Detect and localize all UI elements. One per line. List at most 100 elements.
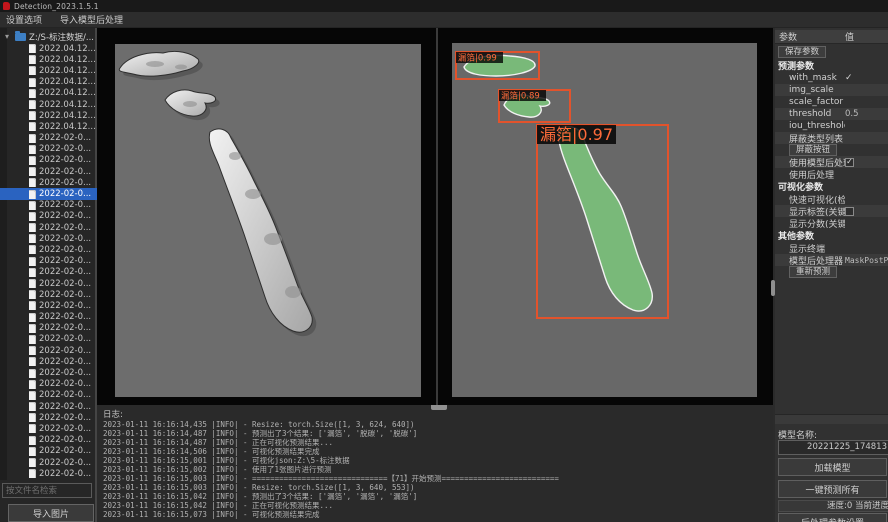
detection-label-2: 漏箔|0.89 xyxy=(501,91,540,102)
file-icon xyxy=(29,89,36,98)
tree-item[interactable]: 2022.04.12... xyxy=(0,54,97,65)
menu-settings-options[interactable]: 设置选项 xyxy=(6,13,42,26)
file-icon xyxy=(29,178,36,187)
param-row[interactable]: 显示标签(关键点) xyxy=(775,205,888,217)
param-row[interactable]: 屏蔽类型列表 xyxy=(775,132,888,144)
tree-item-label: 2022-02-0... xyxy=(39,368,91,378)
file-tree[interactable]: ▾ Z:/S-标注数据/... 2022.04.12...2022.04.12.… xyxy=(0,30,97,482)
import-images-button[interactable]: 导入图片 xyxy=(8,504,94,522)
param-row[interactable]: scale_factor xyxy=(775,96,888,108)
tree-item[interactable]: 2022-02-0... xyxy=(0,468,97,479)
file-icon xyxy=(29,190,36,199)
tree-item[interactable]: 2022-02-0... xyxy=(0,133,97,144)
param-row[interactable]: img_scale xyxy=(775,84,888,96)
tree-item-label: 2022.04.12... xyxy=(39,100,96,110)
tree-item[interactable]: 2022.04.12... xyxy=(0,77,97,88)
param-row[interactable]: iou_threshold xyxy=(775,120,888,132)
menu-import-model-postprocess[interactable]: 导入模型后处理 xyxy=(60,13,123,26)
file-icon xyxy=(29,391,36,400)
horizontal-splitter-grip[interactable] xyxy=(431,405,447,410)
tree-item[interactable]: 2022-02-0... xyxy=(0,166,97,177)
param-label: 屏蔽类型列表 xyxy=(775,132,845,145)
load-model-button[interactable]: 加载模型 xyxy=(778,458,887,476)
file-icon xyxy=(29,66,36,75)
tree-item-label: 2022-02-0... xyxy=(39,279,91,289)
param-action-button[interactable]: 重新预测 xyxy=(789,266,837,278)
param-action-button[interactable]: 屏蔽按钮 xyxy=(789,144,837,156)
tree-item[interactable]: 2022-02-0... xyxy=(0,435,97,446)
file-icon xyxy=(29,145,36,154)
tree-item-label: 2022.04.12... xyxy=(39,77,96,87)
tree-item[interactable]: 2022-02-0... xyxy=(0,379,97,390)
checkbox[interactable] xyxy=(845,207,854,216)
param-row[interactable]: 显示分数(关键点) xyxy=(775,217,888,229)
param-row[interactable]: threshold0.5 xyxy=(775,108,888,120)
tree-item[interactable]: 2022.04.12... xyxy=(0,99,97,110)
search-input[interactable] xyxy=(2,483,92,498)
tree-item[interactable]: 2022.04.12... xyxy=(0,110,97,121)
tree-root-label: Z:/S-标注数据/... xyxy=(29,31,94,43)
tree-item-label: 2022-02-0... xyxy=(39,390,91,400)
tree-item[interactable]: 2022-02-0... xyxy=(0,244,97,255)
tree-item-label: 2022-02-0... xyxy=(39,312,91,322)
tree-item-label: 2022-02-0... xyxy=(39,424,91,434)
param-row[interactable]: 使用后处理 xyxy=(775,168,888,180)
chevron-down-icon[interactable]: ▾ xyxy=(5,32,12,41)
file-icon xyxy=(29,100,36,109)
source-image-view[interactable] xyxy=(115,44,421,397)
tree-item[interactable]: 2022-02-0... xyxy=(0,200,97,211)
save-params-button[interactable]: 保存参数 xyxy=(778,46,826,58)
tree-item[interactable]: 2022-02-0... xyxy=(0,345,97,356)
param-row[interactable]: 快速可视化(检测) xyxy=(775,193,888,205)
menubar: 设置选项 导入模型后处理 xyxy=(0,12,888,28)
tree-item[interactable]: 2022-02-0... xyxy=(0,144,97,155)
image-splitter[interactable] xyxy=(436,28,438,405)
tree-item[interactable]: 2022-02-0... xyxy=(0,334,97,345)
tree-item[interactable]: 2022-02-0... xyxy=(0,188,97,199)
source-image xyxy=(115,44,421,397)
tree-item[interactable]: 2022-02-0... xyxy=(0,323,97,334)
tree-item[interactable]: 2022-02-0... xyxy=(0,423,97,434)
tree-item[interactable]: 2022-02-0... xyxy=(0,278,97,289)
checkbox[interactable]: ✓ xyxy=(845,158,854,167)
param-row[interactable]: 显示终端 xyxy=(775,242,888,254)
tree-item-label: 2022-02-0... xyxy=(39,267,91,277)
tree-item[interactable]: 2022-02-0... xyxy=(0,211,97,222)
param-row[interactable]: with_mask✓ xyxy=(775,72,888,84)
postprocess-params-button[interactable]: 后处理参数设置 xyxy=(778,513,887,522)
tree-root-item[interactable]: ▾ Z:/S-标注数据/... xyxy=(0,30,97,43)
tree-item[interactable]: 2022-02-0... xyxy=(0,233,97,244)
tree-item[interactable]: 2022-02-0... xyxy=(0,367,97,378)
tree-item[interactable]: 2022.04.12... xyxy=(0,88,97,99)
param-row[interactable]: 模型后处理器MaskPostPro xyxy=(775,254,888,266)
tree-item-label: 2022-02-0... xyxy=(39,435,91,445)
tree-item[interactable]: 2022-02-0... xyxy=(0,155,97,166)
tree-item[interactable]: 2022-02-0... xyxy=(0,412,97,423)
tree-item-label: 2022-02-0... xyxy=(39,290,91,300)
tree-item[interactable]: 2022-02-0... xyxy=(0,312,97,323)
tree-item[interactable]: 2022-02-0... xyxy=(0,356,97,367)
predict-all-button[interactable]: 一键预测所有 xyxy=(778,480,887,498)
tree-item[interactable]: 2022-02-0... xyxy=(0,390,97,401)
tree-item[interactable]: 2022-02-0... xyxy=(0,300,97,311)
tree-item[interactable]: 2022-02-0... xyxy=(0,177,97,188)
tree-item[interactable]: 2022-02-0... xyxy=(0,289,97,300)
tree-item-label: 2022-02-0... xyxy=(39,155,91,165)
log-line: 2023-01-11 16:16:15,073 |INFO| - 可视化预测结果… xyxy=(103,510,771,519)
tree-item[interactable]: 2022.04.12... xyxy=(0,43,97,54)
tree-item[interactable]: 2022-02-0... xyxy=(0,222,97,233)
tree-item[interactable]: 2022-02-0... xyxy=(0,446,97,457)
model-name-field[interactable]: 20221225_174813 xyxy=(778,440,888,455)
detection-label-3: 漏箔|0.97 xyxy=(540,125,613,144)
param-label: 模型后处理器 xyxy=(775,254,845,267)
params-panel: 参数 值 保存参数 预测参数with_mask✓img_scalescale_f… xyxy=(775,28,888,522)
tree-item[interactable]: 2022-02-0... xyxy=(0,401,97,412)
tree-item[interactable]: 2022.04.12... xyxy=(0,121,97,132)
tree-item-label: 2022-02-0... xyxy=(39,323,91,333)
tree-item[interactable]: 2022-02-0... xyxy=(0,267,97,278)
prediction-image-view[interactable]: 漏箔|0.99 漏箔|0.89 漏箔|0.97 xyxy=(452,43,757,397)
tree-item[interactable]: 2022.04.12... xyxy=(0,65,97,76)
tree-item[interactable]: 2022-02-0... xyxy=(0,457,97,468)
param-row[interactable]: 使用模型后处理✓ xyxy=(775,156,888,168)
tree-item[interactable]: 2022-02-0... xyxy=(0,256,97,267)
